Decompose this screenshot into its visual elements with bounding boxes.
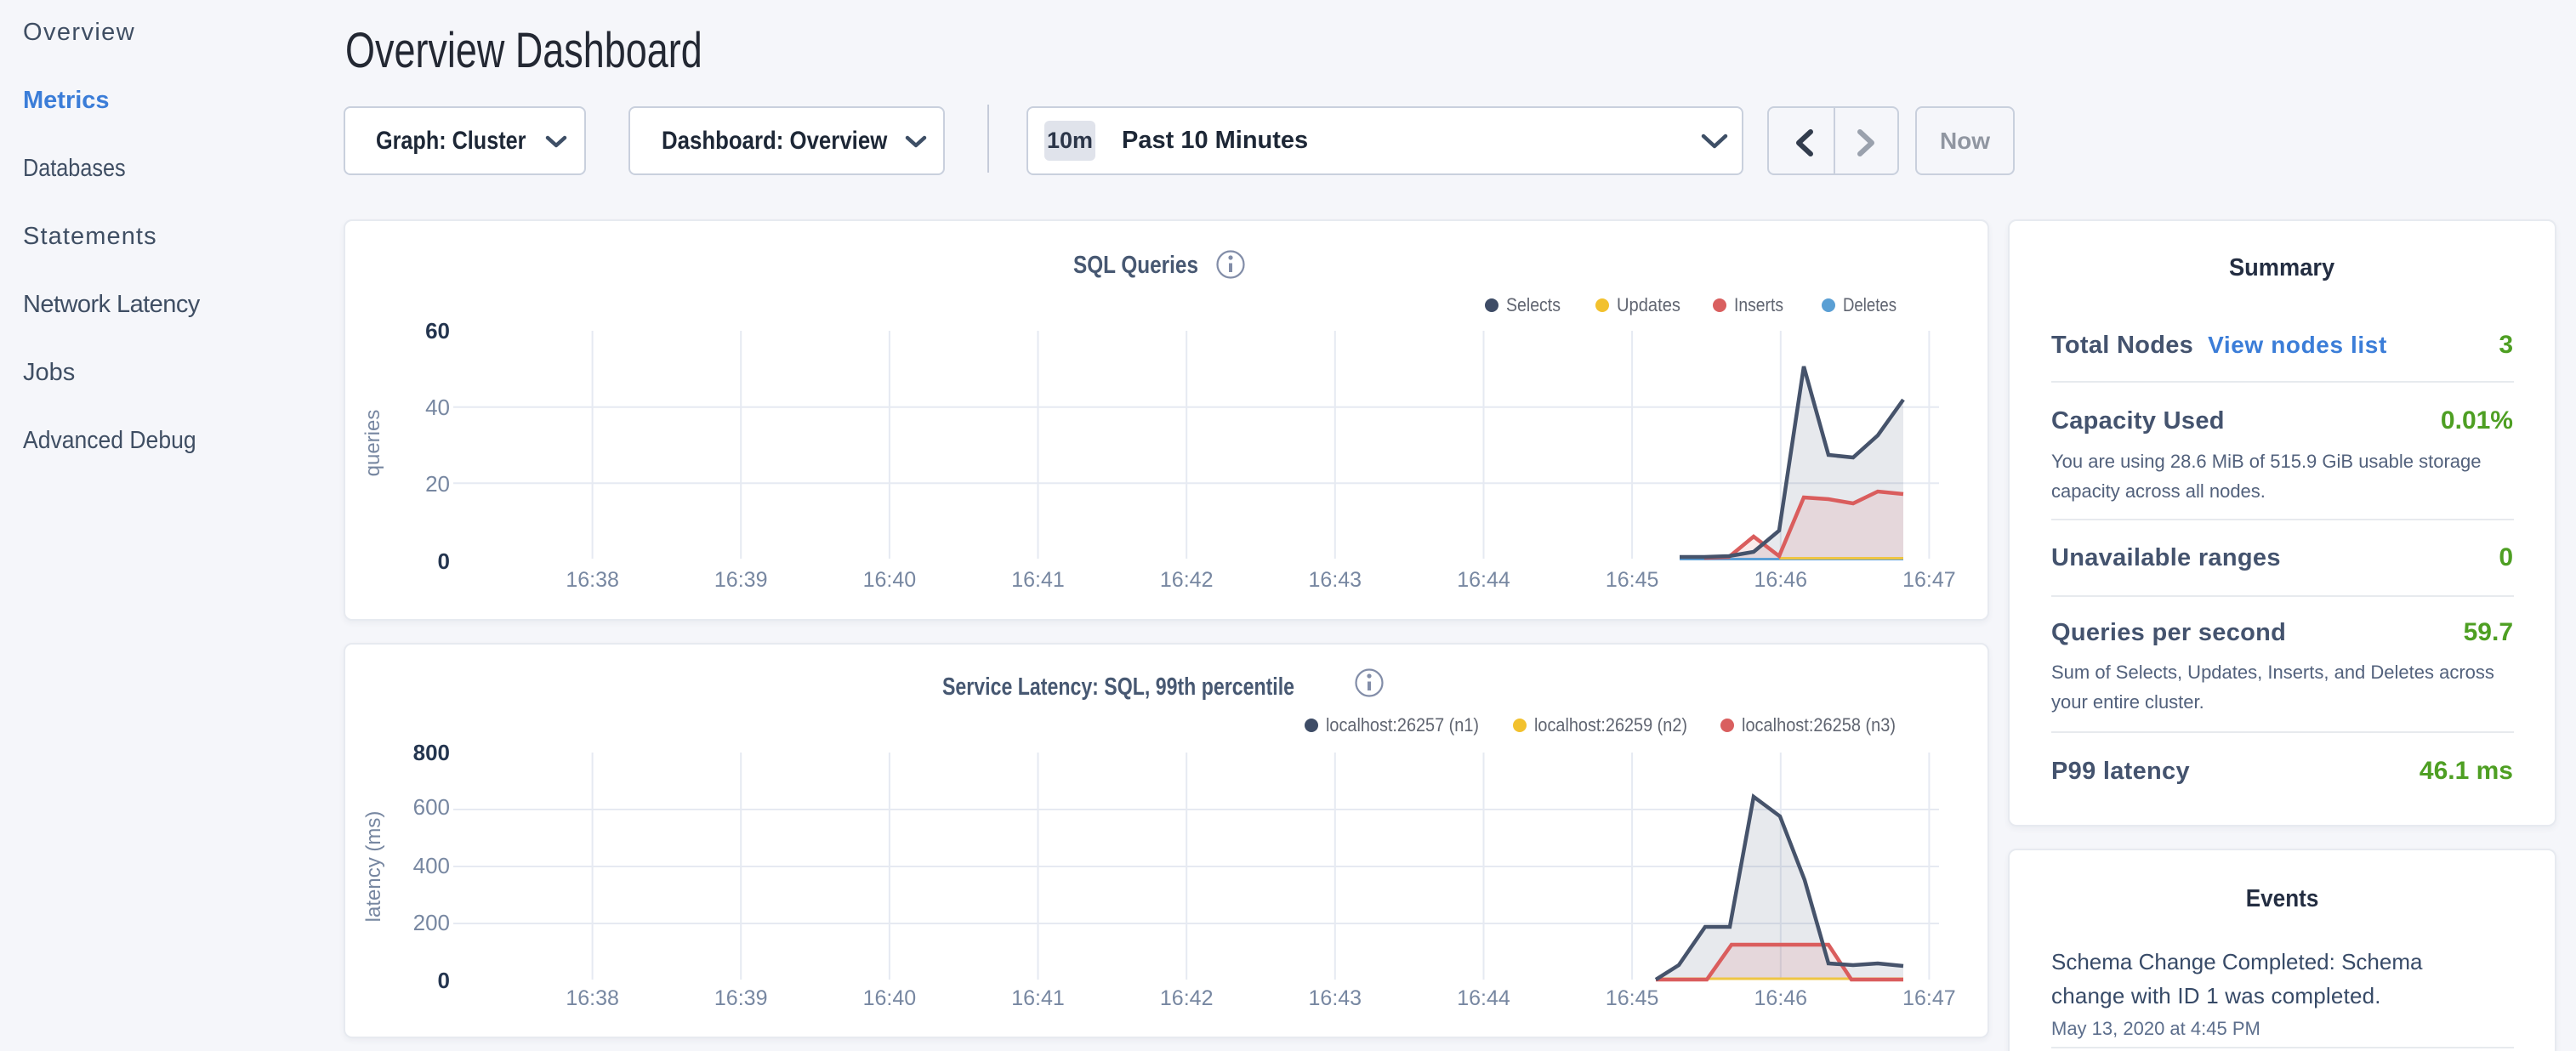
svg-text:16:45: 16:45 [1606, 986, 1659, 1010]
svg-text:400: 400 [413, 853, 450, 878]
svg-text:16:46: 16:46 [1754, 986, 1808, 1010]
svg-text:Service Latency: SQL, 99th per: Service Latency: SQL, 99th percentile [942, 673, 1294, 701]
svg-text:16:42: 16:42 [1160, 568, 1214, 592]
svg-text:800: 800 [413, 740, 450, 765]
svg-text:16:43: 16:43 [1309, 568, 1362, 592]
svg-text:Inserts: Inserts [1734, 294, 1783, 315]
svg-text:16:38: 16:38 [566, 986, 619, 1010]
svg-text:Deletes: Deletes [1843, 294, 1896, 315]
svg-text:16:44: 16:44 [1457, 568, 1510, 592]
svg-text:localhost:26258 (n3): localhost:26258 (n3) [1742, 714, 1896, 736]
svg-text:0: 0 [438, 968, 450, 993]
svg-text:16:40: 16:40 [863, 568, 917, 592]
svg-text:16:42: 16:42 [1160, 986, 1214, 1010]
svg-text:Selects: Selects [1506, 294, 1561, 315]
svg-text:16:40: 16:40 [863, 986, 917, 1010]
svg-text:16:47: 16:47 [1902, 986, 1956, 1010]
svg-text:localhost:26257 (n1): localhost:26257 (n1) [1326, 714, 1479, 736]
svg-text:SQL Queries: SQL Queries [1073, 252, 1198, 279]
svg-text:latency (ms): latency (ms) [362, 811, 385, 923]
svg-text:16:41: 16:41 [1011, 568, 1065, 592]
svg-text:16:39: 16:39 [714, 568, 768, 592]
svg-text:16:45: 16:45 [1606, 568, 1659, 592]
svg-text:Updates: Updates [1617, 294, 1680, 315]
svg-text:16:41: 16:41 [1011, 986, 1065, 1010]
svg-text:200: 200 [413, 910, 450, 935]
svg-text:16:46: 16:46 [1754, 568, 1808, 592]
svg-text:localhost:26259 (n2): localhost:26259 (n2) [1534, 714, 1687, 736]
svg-text:16:43: 16:43 [1309, 986, 1362, 1010]
svg-text:60: 60 [425, 318, 450, 344]
svg-text:16:39: 16:39 [714, 986, 768, 1010]
svg-text:16:44: 16:44 [1457, 986, 1510, 1010]
svg-text:20: 20 [425, 471, 450, 497]
svg-text:queries: queries [361, 410, 384, 477]
svg-text:600: 600 [413, 794, 450, 820]
svg-text:40: 40 [425, 395, 450, 420]
svg-text:0: 0 [438, 548, 450, 574]
svg-text:16:38: 16:38 [566, 568, 619, 592]
svg-text:16:47: 16:47 [1902, 568, 1956, 592]
